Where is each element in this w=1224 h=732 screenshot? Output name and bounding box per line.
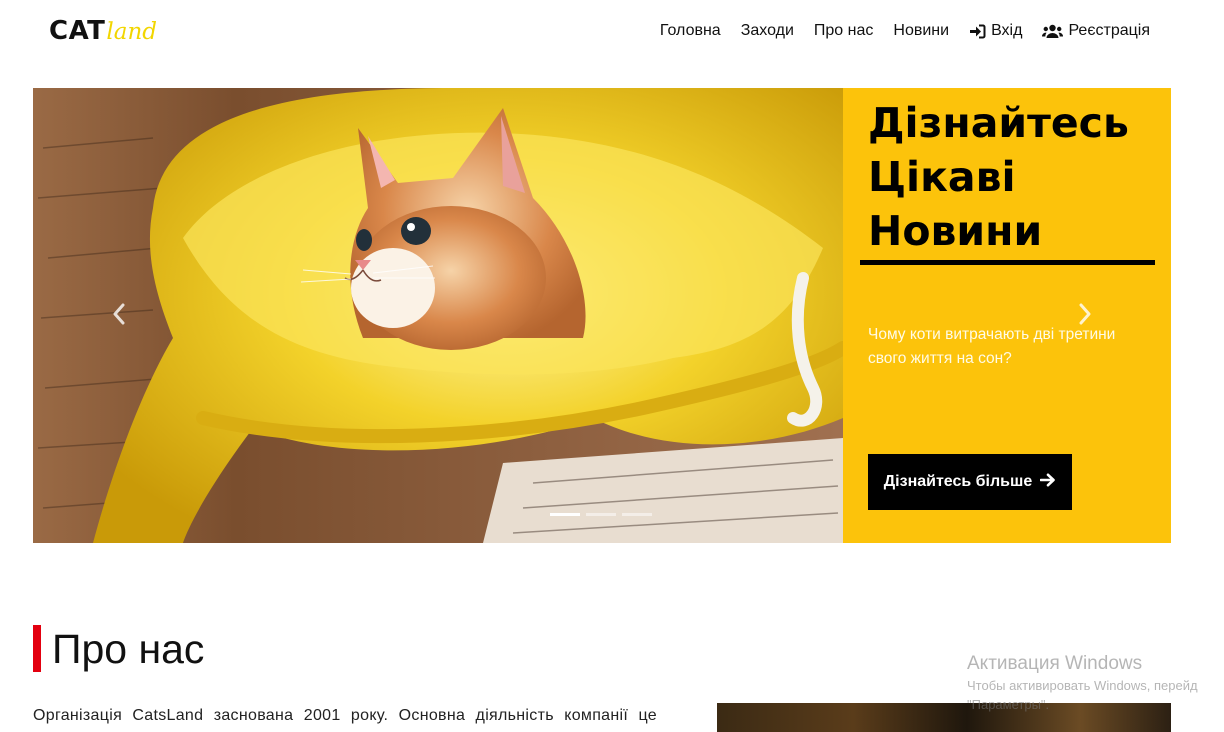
hero-panel: Дізнайтесь Цікаві Новини Чому коти витра… [843,88,1171,543]
windows-activation-watermark: Активация Windows Чтобы активировать Win… [967,652,1198,714]
carousel-next-button[interactable] [1065,296,1105,336]
learn-more-button[interactable]: Дізнайтесь більше [868,454,1072,510]
nav-news[interactable]: Новини [893,22,949,40]
watermark-line-2: "Параметры". [967,697,1050,712]
learn-more-label: Дізнайтесь більше [883,473,1033,490]
hero-carousel: Дізнайтесь Цікаві Новини Чому коти витра… [33,88,1171,543]
users-icon [1042,24,1064,39]
about-title: Про нас [52,626,205,672]
hero-text: Чому коти витрачають дві третини свого ж… [868,326,1116,367]
hero-divider [860,260,1155,265]
watermark-line-1: Чтобы активировать Windows, перейд [967,678,1198,693]
main-nav: Головна Заходи Про нас Новини Вхід Реєст… [660,22,1150,40]
nav-home[interactable]: Головна [660,22,721,40]
nav-register-label: Реєстрація [1068,22,1150,39]
carousel-indicator-1[interactable] [550,513,580,516]
carousel-prev-button[interactable] [99,296,139,336]
logo-sub-text: land [106,19,158,45]
nav-home-label: Головна [659,22,721,39]
nav-login-label: Вхід [991,22,1023,39]
section-accent-bar [33,625,41,672]
kitten-photo [33,88,843,543]
nav-about[interactable]: Про нас [814,22,873,40]
logo-main-text: CAT [49,16,106,46]
chevron-left-icon [112,303,126,330]
nav-events-label: Заходи [740,22,794,39]
site-logo[interactable]: CAT land [49,16,157,52]
nav-events[interactable]: Заходи [741,22,794,40]
carousel-indicators [550,513,652,516]
nav-news-label: Новини [893,22,950,39]
carousel-indicator-3[interactable] [622,513,652,516]
chevron-right-icon [1078,303,1092,330]
carousel-indicator-2[interactable] [586,513,616,516]
about-text: Організація CatsLand заснована 2001 року… [33,707,657,724]
arrow-right-icon [1039,473,1056,492]
nav-register[interactable]: Реєстрація [1042,22,1150,40]
nav-about-label: Про нас [813,22,874,39]
hero-title: Дізнайтесь Цікаві Новини [868,99,1129,255]
sign-in-icon [969,24,986,39]
watermark-title: Активация Windows [967,653,1143,674]
nav-login[interactable]: Вхід [969,22,1022,40]
